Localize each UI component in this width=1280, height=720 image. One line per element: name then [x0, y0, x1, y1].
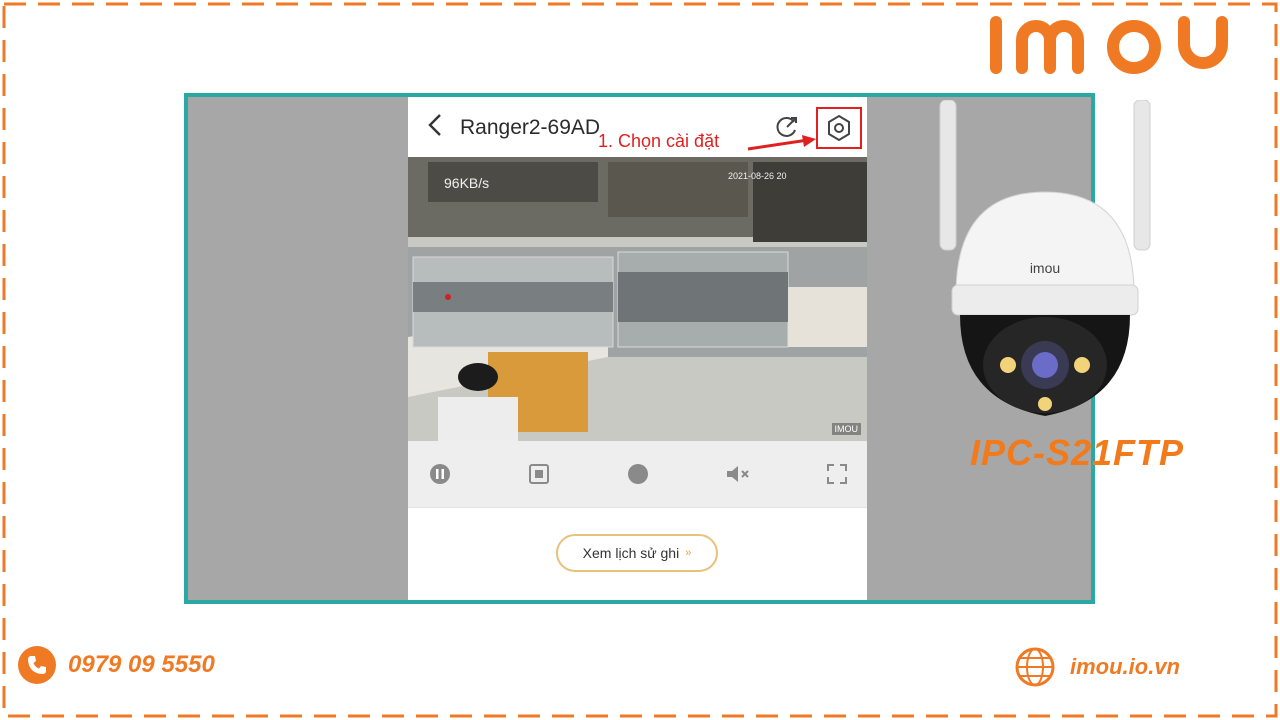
settings-icon — [828, 114, 850, 142]
camera-brand-label: imou — [1030, 260, 1060, 276]
chevron-down-icon: » — [685, 547, 692, 559]
sd-quality-icon — [628, 464, 648, 484]
history-button-label: Xem lịch sử ghi — [582, 545, 680, 561]
annotation-text: 1. Chọn cài đặt — [598, 131, 720, 151]
fullscreen-icon — [827, 464, 847, 484]
record-icon — [529, 464, 549, 484]
phone-icon — [18, 646, 56, 684]
playback-controls — [408, 441, 867, 508]
settings-button[interactable] — [816, 107, 862, 149]
website-url[interactable]: imou.io.vn — [1070, 654, 1180, 680]
bitrate-label: 96KB/s — [444, 175, 490, 191]
video-watermark: IMOU — [831, 423, 861, 435]
imou-logo — [990, 16, 1228, 74]
app-header: Ranger2-69AD 1. Chọn cài đặt — [408, 97, 867, 157]
phone-contact: 0979 09 5550 — [18, 646, 215, 684]
mute-button[interactable] — [725, 461, 751, 487]
camera-product-image: imou — [939, 100, 1151, 416]
website-contact: imou.io.vn — [1014, 646, 1180, 688]
back-button[interactable] — [428, 113, 442, 141]
view-history-button[interactable]: Xem lịch sử ghi » — [556, 534, 718, 572]
quality-button[interactable] — [625, 461, 651, 487]
pause-button[interactable] — [427, 461, 453, 487]
video-timestamp: 2021-08-26 20 — [728, 171, 787, 181]
record-button[interactable] — [526, 461, 552, 487]
device-title: Ranger2-69AD — [460, 116, 601, 139]
annotation-arrow — [747, 135, 816, 151]
fullscreen-button[interactable] — [824, 461, 850, 487]
pause-icon — [430, 464, 450, 484]
chevron-left-icon — [428, 114, 441, 136]
mute-icon — [727, 466, 749, 482]
phone-number: 0979 09 5550 — [68, 651, 215, 678]
store-scene — [408, 157, 867, 441]
product-model: IPC-S21FTP — [970, 432, 1185, 473]
phone-screen: Ranger2-69AD 1. Chọn cài đặt 96KB/s 2021… — [408, 97, 867, 600]
live-video-feed[interactable]: 96KB/s 2021-08-26 20 IMOU — [408, 157, 867, 441]
globe-icon — [1015, 647, 1055, 687]
